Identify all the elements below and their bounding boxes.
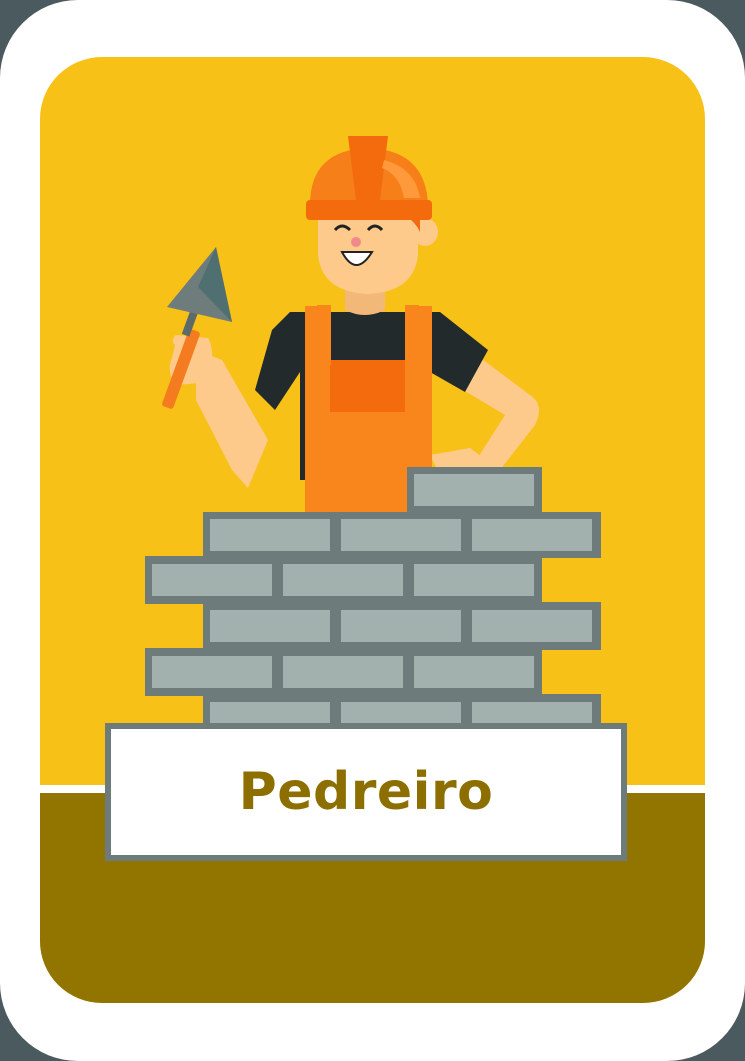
- overalls-pocket: [330, 360, 405, 412]
- card-title: Pedreiro: [238, 762, 494, 822]
- bricklayer-illustration: [145, 136, 601, 734]
- helmet-icon: [306, 136, 432, 220]
- title-plate-inner: Pedreiro: [111, 729, 621, 855]
- title-plate: Pedreiro: [105, 723, 627, 861]
